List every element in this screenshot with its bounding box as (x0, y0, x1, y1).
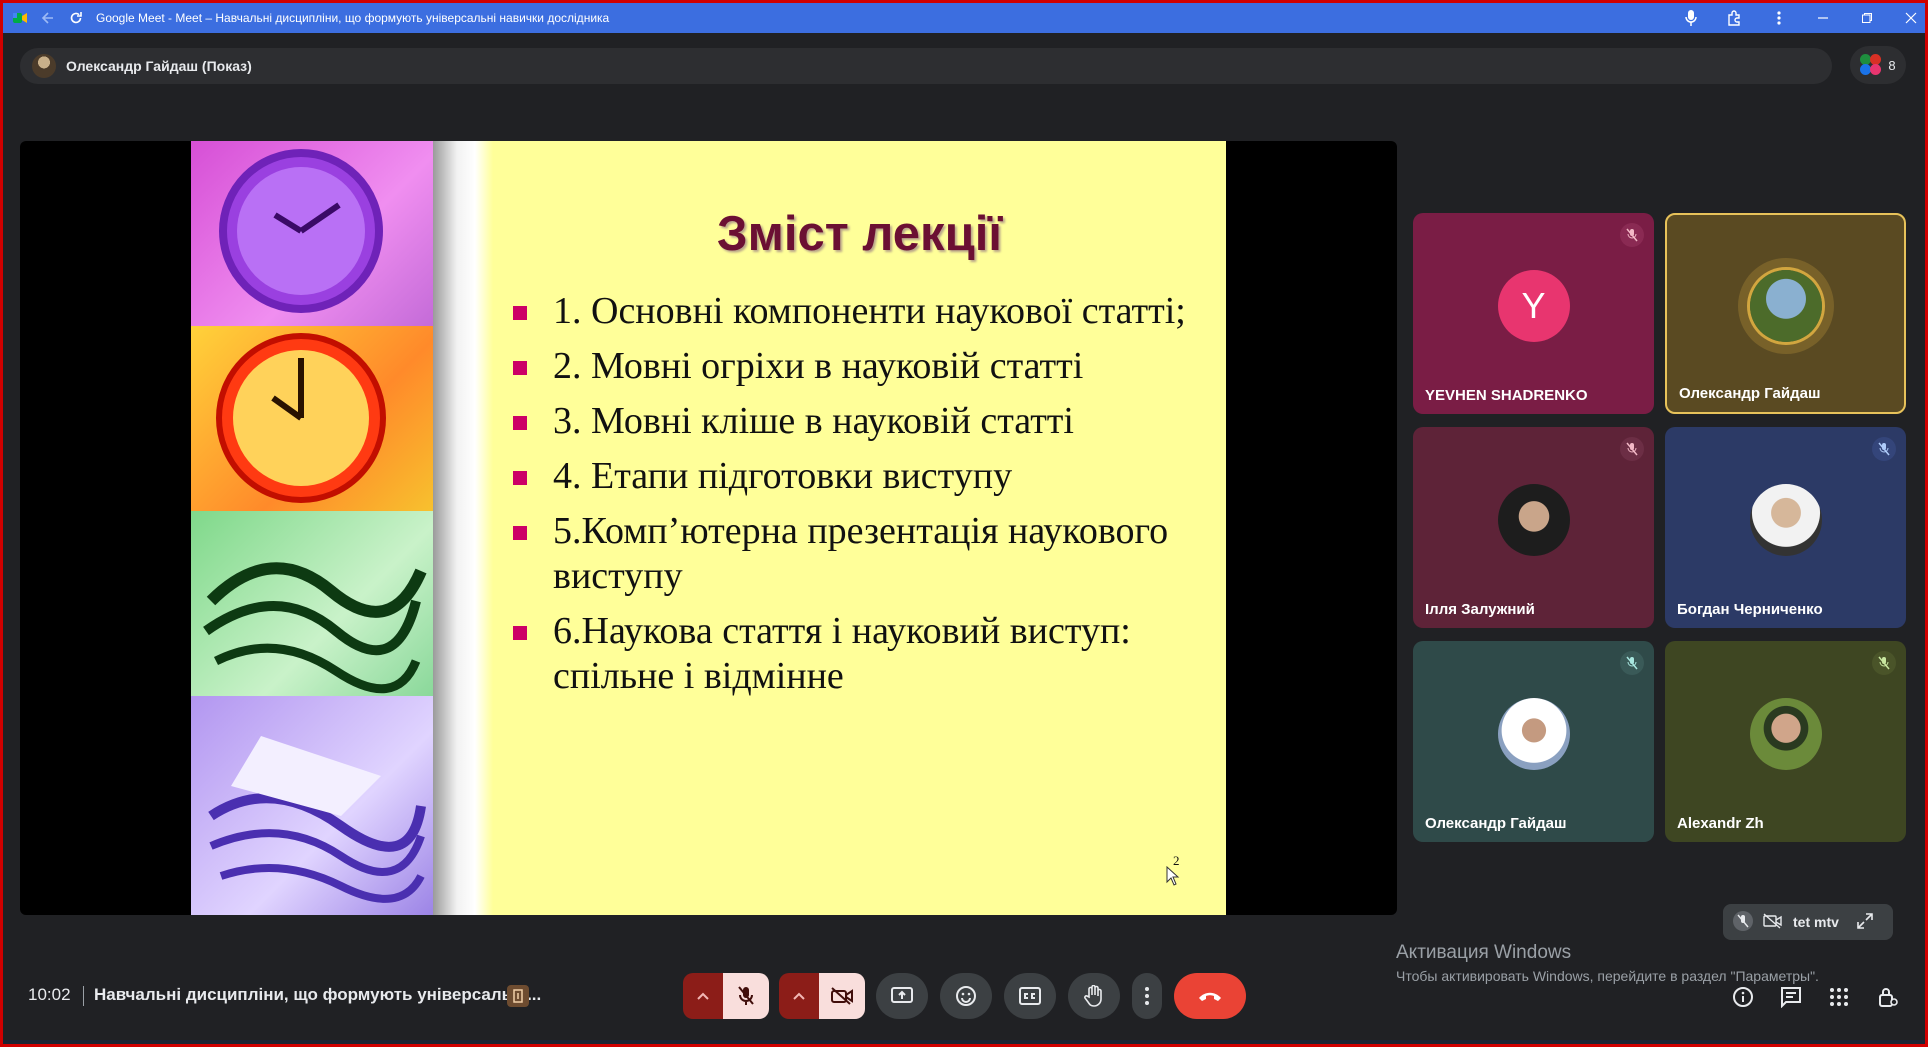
participant-name: Олександр Гайдаш (1425, 815, 1567, 832)
kebab-menu-icon[interactable] (1770, 9, 1788, 27)
clock-photo-purple (191, 141, 433, 326)
camera-off-icon[interactable] (1763, 912, 1783, 932)
slide-bullet: 1. Основні компоненти наукової статті; (513, 289, 1213, 334)
slide-bullet: 2. Мовні огріхи в науковій статті (513, 344, 1213, 389)
participant-name: Ілля Залужний (1425, 601, 1535, 618)
camera-options-button[interactable] (779, 973, 819, 1019)
participant-avatar (1749, 697, 1822, 770)
present-button[interactable] (876, 973, 928, 1019)
expand-icon[interactable] (1857, 912, 1873, 932)
host-controls-button[interactable] (1876, 985, 1900, 1009)
chat-icon (1781, 987, 1801, 1008)
more-options-button[interactable] (1132, 973, 1162, 1019)
chat-button[interactable] (1779, 985, 1803, 1009)
mic-off-icon (1872, 651, 1896, 675)
activities-icon (1830, 988, 1848, 1006)
activities-button[interactable] (1827, 985, 1851, 1009)
host-controls-icon (1879, 988, 1898, 1007)
participant-avatar (1749, 483, 1822, 556)
slide-divider-shadow (433, 141, 493, 915)
books-photo-green (191, 511, 433, 696)
meeting-time: 10:02 (28, 985, 71, 1004)
participants-count: 8 (1888, 57, 1896, 73)
camera-toggle-button[interactable] (819, 973, 865, 1019)
mic-toggle-button[interactable] (723, 973, 769, 1019)
presenter-bar: Олександр Гайдаш (Показ) (20, 48, 1832, 84)
participant-tile[interactable]: Ілля Залужний (1413, 427, 1654, 628)
people-button[interactable]: 8 (1850, 46, 1906, 84)
end-call-icon (1199, 992, 1221, 1001)
participant-tile[interactable]: Alexandr Zh (1665, 641, 1906, 842)
present-icon (891, 987, 913, 1003)
slide-title: Зміст лекції (716, 207, 1003, 261)
reload-icon[interactable] (68, 10, 84, 26)
participant-avatar (1497, 483, 1570, 556)
mic-off-icon[interactable] (1733, 910, 1753, 934)
back-arrow-icon[interactable] (40, 10, 56, 26)
captions-icon (1019, 987, 1041, 1005)
participant-avatar (1497, 697, 1570, 770)
raise-hand-icon (1084, 985, 1102, 1007)
slide-bullet: 4. Етапи підготовки виступу (513, 454, 1213, 499)
mic-options-button[interactable] (683, 973, 723, 1019)
meeting-details-button[interactable] (1731, 985, 1755, 1009)
self-view-label: tet mtv (1793, 914, 1839, 930)
mic-off-icon (1620, 651, 1644, 675)
mic-off-icon (1620, 437, 1644, 461)
raise-hand-button[interactable] (1068, 973, 1120, 1019)
chevron-up-icon (793, 992, 805, 1000)
minimize-icon[interactable] (1814, 9, 1832, 27)
clock-photo-orange (191, 326, 433, 511)
participant-name: Олександр Гайдаш (1679, 385, 1821, 402)
self-view-pill[interactable]: tet mtv (1723, 904, 1893, 940)
meeting-tag-icon[interactable] (507, 985, 529, 1007)
camera-off-icon (831, 987, 853, 1005)
info-icon (1733, 987, 1753, 1007)
windows-taskbar-edge (0, 1040, 1928, 1047)
participant-tile[interactable]: Олександр Гайдаш (1413, 641, 1654, 842)
participant-name: Богдан Черниченко (1677, 601, 1823, 618)
participant-avatar (1749, 269, 1822, 342)
meet-favicon-icon (12, 10, 28, 26)
leave-call-button[interactable] (1174, 973, 1246, 1019)
participant-avatar: Y (1497, 269, 1570, 342)
time-divider (83, 986, 84, 1006)
close-icon[interactable] (1902, 9, 1920, 27)
captions-button[interactable] (1004, 973, 1056, 1019)
presenter-avatar (32, 54, 56, 78)
restore-icon[interactable] (1858, 9, 1876, 27)
participant-tile[interactable]: Богдан Черниченко (1665, 427, 1906, 628)
extensions-icon[interactable] (1726, 9, 1744, 27)
books-photo-violet (191, 696, 433, 915)
mic-off-icon (1620, 223, 1644, 247)
slide-bullet-list: 1. Основні компоненти наукової статті; 2… (513, 289, 1213, 709)
slide-bullet: 6.Наукова стаття і науковий виступ: спіл… (513, 609, 1213, 699)
emoji-icon (956, 986, 976, 1006)
microphone-icon[interactable] (1682, 9, 1700, 27)
shared-screen: Зміст лекції 1. Основні компоненти науко… (20, 141, 1397, 915)
mic-off-icon (1872, 437, 1896, 461)
mic-off-icon (738, 986, 754, 1005)
mouse-cursor-icon (1166, 865, 1180, 891)
presenter-label: Олександр Гайдаш (Показ) (66, 58, 252, 74)
activation-subtitle: Чтобы активировать Windows, перейдите в … (1396, 968, 1819, 984)
reactions-button[interactable] (940, 973, 992, 1019)
window-title: Google Meet - Meet – Навчальні дисциплін… (96, 11, 610, 25)
people-avatars-icon (1860, 54, 1882, 76)
participant-tile-active[interactable]: Олександр Гайдаш (1665, 213, 1906, 414)
slide-bullet: 5.Комп’ютерна презентація наукового вист… (513, 509, 1213, 599)
meeting-name: Навчальні дисципліни, що формують універ… (94, 985, 542, 1004)
participant-tile[interactable]: Y YEVHEN SHADRENKO (1413, 213, 1654, 414)
participant-name: YEVHEN SHADRENKO (1425, 387, 1588, 404)
slide-image-strip (191, 141, 433, 915)
activation-title: Активация Windows (1396, 942, 1572, 963)
windows-activation-watermark: Активация Windows Чтобы активировать Win… (1396, 942, 1819, 984)
more-icon (1145, 987, 1149, 1005)
participant-name: Alexandr Zh (1677, 815, 1764, 832)
browser-title-bar: Google Meet - Meet – Навчальні дисциплін… (0, 0, 1928, 33)
presentation-slide: Зміст лекції 1. Основні компоненти науко… (191, 141, 1226, 915)
chevron-up-icon (697, 992, 709, 1000)
slide-bullet: 3. Мовні кліше в науковій статті (513, 399, 1213, 444)
